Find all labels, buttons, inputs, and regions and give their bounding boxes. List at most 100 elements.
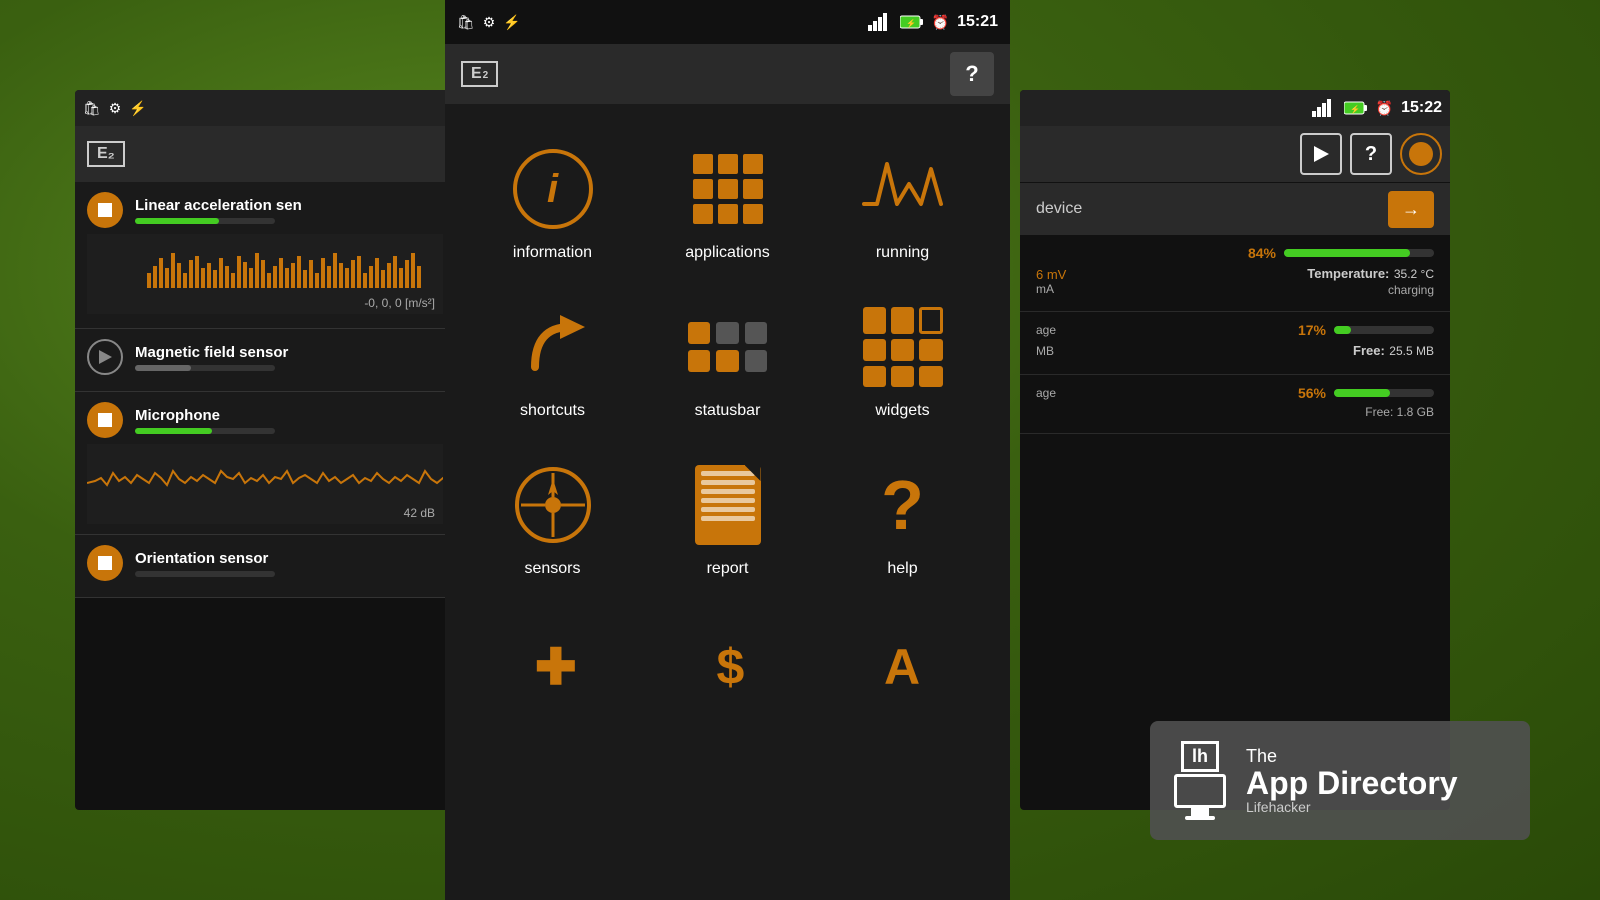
sensor-info: Linear acceleration sen xyxy=(135,197,302,224)
sensor-bar-fill-mic xyxy=(135,428,212,434)
android-icon: ⚙ xyxy=(109,100,122,117)
svg-text:⚡: ⚡ xyxy=(1350,104,1360,114)
sensor-info-magnetic: Magnetic field sensor xyxy=(135,344,288,371)
sensor-bar-magnetic xyxy=(135,365,275,371)
free-value-1: 25.5 MB xyxy=(1389,344,1434,358)
free-label-1: Free: xyxy=(1353,343,1385,358)
storage2-right: 56% xyxy=(1298,385,1434,401)
center-app-logo[interactable]: E2 xyxy=(461,61,498,87)
orange-circle-icon xyxy=(1409,142,1433,166)
stop-button-linear[interactable] xyxy=(87,192,123,228)
storage1-details-row: MB Free: 25.5 MB xyxy=(1036,342,1434,360)
sensor-info-orientation: Orientation sensor xyxy=(135,550,275,577)
menu-label-widgets: widgets xyxy=(875,402,929,420)
right-status-icons: ⚡ ⏰ 15:22 xyxy=(1312,99,1442,117)
menu-item-widgets[interactable]: widgets xyxy=(815,282,990,440)
menu-item-running[interactable]: running xyxy=(815,124,990,282)
temp-value: 35.2 °C xyxy=(1394,267,1434,281)
widgets-icon xyxy=(863,307,943,387)
menu-label-sensors: sensors xyxy=(524,560,580,578)
statusbar-icon xyxy=(688,322,768,372)
menu-item-sensors[interactable]: sensors xyxy=(465,440,640,598)
battery-ma: mA xyxy=(1036,282,1066,296)
bag-icon: 🛍 xyxy=(83,100,101,117)
app-dir-the: The xyxy=(1246,746,1458,767)
monitor-base xyxy=(1185,816,1215,820)
signal-icon-right xyxy=(1312,99,1336,117)
battery-left-info: 6 mV mA xyxy=(1036,267,1066,296)
android-icon-center: ⚙ xyxy=(483,14,496,31)
left-panel: 🛍 ⚙ ⚡ E₂ Linear acceleration sen xyxy=(75,90,455,810)
storage1-right: 17% xyxy=(1298,322,1434,338)
stop-button-mic[interactable] xyxy=(87,402,123,438)
mic-waveform-label: 42 dB xyxy=(404,506,435,520)
menu-label-shortcuts: shortcuts xyxy=(520,402,585,420)
battery-charging-status: charging xyxy=(1307,283,1434,297)
right-battery-section: 84% 6 mV mA Temperature: 35.2 °C chargin… xyxy=(1020,235,1450,312)
right-storage1-section: age 17% MB Free: 25.5 MB xyxy=(1020,312,1450,375)
battery-percent-row: 84% xyxy=(1036,245,1434,261)
storage2-free: Free: 1.8 GB xyxy=(1365,405,1434,419)
battery-details-row: 6 mV mA Temperature: 35.2 °C charging xyxy=(1036,265,1434,297)
app-directory-logo: lh xyxy=(1174,741,1226,820)
sensor-name-magnetic: Magnetic field sensor xyxy=(135,344,288,361)
info-icon-wrapper: i xyxy=(508,144,598,234)
linear-chart-area: -0, 0, 0 [m/s²] xyxy=(87,234,443,314)
menu-item-report[interactable]: report xyxy=(640,440,815,598)
info-circle-icon: i xyxy=(513,149,593,229)
battery-percent: 84% xyxy=(1248,245,1276,261)
sensor-name-orientation: Orientation sensor xyxy=(135,550,275,567)
sensor-name-mic: Microphone xyxy=(135,407,275,424)
sensor-orientation: Orientation sensor xyxy=(75,535,455,598)
monitor-with-logo: lh xyxy=(1174,741,1226,820)
center-menu-grid: i information applications xyxy=(445,104,1010,618)
sensor-info-mic: Microphone xyxy=(135,407,275,434)
center-status-icons: 🛍 ⚙ ⚡ xyxy=(457,14,521,31)
monitor-screen xyxy=(1174,774,1226,808)
storage1-bar xyxy=(1334,326,1434,334)
storage1-percent: 17% xyxy=(1298,322,1326,338)
center-help-button[interactable]: ? xyxy=(950,52,994,96)
storage1-label: age xyxy=(1036,323,1056,337)
right-device-row: device → xyxy=(1020,183,1450,235)
sensor-microphone: Microphone 42 dB xyxy=(75,392,455,535)
right-play-button[interactable] xyxy=(1300,133,1342,175)
right-circle-button[interactable] xyxy=(1400,133,1442,175)
sensor-name-linear: Linear acceleration sen xyxy=(135,197,302,214)
menu-item-applications[interactable]: applications xyxy=(640,124,815,282)
linear-chart-label: -0, 0, 0 [m/s²] xyxy=(364,296,435,310)
right-arrow-button[interactable]: → xyxy=(1388,191,1434,228)
app-directory-text: The App Directory Lifehacker xyxy=(1246,746,1458,815)
sensor-row-magnetic: Magnetic field sensor xyxy=(87,339,443,375)
sensor-magnetic-field: Magnetic field sensor xyxy=(75,329,455,392)
battery-temperature: Temperature: 35.2 °C xyxy=(1307,265,1434,283)
apps-grid-icon xyxy=(693,154,763,224)
battery-bar xyxy=(1284,249,1434,257)
right-status-bar: ⚡ ⏰ 15:22 xyxy=(1020,90,1450,126)
battery-mv: 6 mV xyxy=(1036,267,1066,282)
left-app-logo[interactable]: E₂ xyxy=(87,141,125,167)
sensor-bar-fill xyxy=(135,218,219,224)
play-button-magnetic[interactable] xyxy=(87,339,123,375)
menu-label-applications: applications xyxy=(685,244,770,262)
menu-item-information[interactable]: i information xyxy=(465,124,640,282)
menu-item-statusbar[interactable]: statusbar xyxy=(640,282,815,440)
svg-text:⚡: ⚡ xyxy=(906,18,916,28)
battery-right-group: 84% xyxy=(1248,245,1434,261)
usb-icon-center: ⚡ xyxy=(503,14,520,31)
apps-icon-wrapper xyxy=(683,144,773,234)
sensor-bar xyxy=(135,218,275,224)
statusbar-icon-wrapper xyxy=(683,302,773,392)
monitor-neck xyxy=(1191,808,1209,816)
left-status-icons: 🛍 ⚙ ⚡ xyxy=(83,100,147,117)
stop-button-orientation[interactable] xyxy=(87,545,123,581)
menu-label-help: help xyxy=(887,560,917,578)
right-storage2-section: age 56% Free: 1.8 GB xyxy=(1020,375,1450,434)
report-icon-wrapper xyxy=(683,460,773,550)
menu-item-shortcuts[interactable]: shortcuts xyxy=(465,282,640,440)
right-question-button[interactable]: ? xyxy=(1350,133,1392,175)
storage2-bar xyxy=(1334,389,1434,397)
menu-item-help[interactable]: ? help xyxy=(815,440,990,598)
sensor-row-mic: Microphone xyxy=(87,402,443,438)
help-question-icon: ? xyxy=(881,470,924,540)
